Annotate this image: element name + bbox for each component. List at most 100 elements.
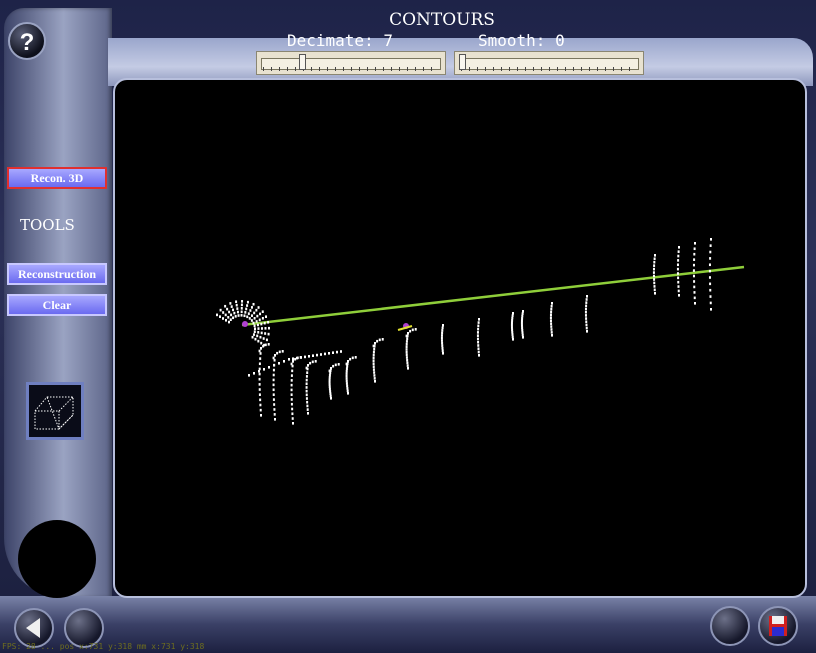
preview-circle <box>18 520 96 598</box>
decimate-slider[interactable] <box>256 51 446 75</box>
contour-point <box>259 352 262 355</box>
contour-point <box>276 351 279 355</box>
contour-point <box>328 352 330 355</box>
contour-point <box>261 310 264 313</box>
contour-point <box>411 328 414 332</box>
contour-point <box>258 388 261 391</box>
contour-point <box>305 382 308 386</box>
contour-point <box>294 357 297 361</box>
contour-point <box>477 344 480 347</box>
help-button[interactable]: ? <box>8 22 46 60</box>
contour-point <box>677 254 680 258</box>
contour-point <box>252 321 255 325</box>
contour-point <box>272 368 275 372</box>
recon-3d-button[interactable]: Recon. 3D <box>7 167 107 189</box>
contour-point <box>248 317 251 320</box>
contour-point <box>522 336 524 339</box>
3d-viewport[interactable] <box>113 78 807 598</box>
contour-point <box>312 354 314 357</box>
tools-heading: TOOLS <box>20 216 75 234</box>
contour-point <box>406 358 409 362</box>
contour-point <box>235 303 238 307</box>
contour-point <box>253 372 255 375</box>
contour-point <box>230 313 233 317</box>
contour-point <box>405 356 408 359</box>
contour-point <box>240 314 243 317</box>
clear-button[interactable]: Clear <box>7 294 107 316</box>
contour-point <box>273 364 275 367</box>
contour-point <box>340 350 342 353</box>
contour-point <box>259 408 262 412</box>
save-button[interactable] <box>758 606 798 646</box>
contour-point <box>551 334 553 337</box>
contour-point <box>676 263 679 267</box>
contour-point <box>510 326 513 329</box>
contour-point <box>258 367 261 371</box>
contour-point <box>511 335 514 339</box>
contour-point <box>372 362 375 366</box>
contour-point <box>254 337 257 341</box>
contour-point <box>307 364 309 367</box>
contour-point <box>372 353 375 357</box>
contour-point <box>291 369 294 373</box>
contour-point <box>291 412 294 416</box>
smooth-slider[interactable] <box>454 51 644 75</box>
contour-point <box>328 380 331 384</box>
contour-point <box>511 316 514 320</box>
contour-point <box>550 325 553 328</box>
contour-point <box>306 404 309 408</box>
contour-point <box>708 269 711 273</box>
contour-point <box>246 315 249 319</box>
contour-point <box>678 246 680 249</box>
contour-point <box>306 400 309 404</box>
contour-point <box>372 365 375 368</box>
contour-point <box>476 334 479 337</box>
contour-point <box>677 285 680 288</box>
reconstruction-button[interactable]: Reconstruction <box>7 263 107 285</box>
contour-point <box>258 383 261 386</box>
cube-view-button[interactable] <box>26 382 84 440</box>
contour-point <box>265 338 268 342</box>
contour-point <box>440 336 443 340</box>
contour-point <box>329 390 332 393</box>
options-button[interactable] <box>710 606 750 646</box>
contour-point <box>258 372 261 376</box>
contour-point <box>414 328 417 331</box>
contour-point <box>264 332 267 335</box>
contour-point <box>233 311 236 315</box>
contour-point <box>252 333 255 336</box>
decimate-slider-thumb[interactable] <box>298 54 306 70</box>
contour-point <box>274 418 276 421</box>
contour-point <box>376 339 379 343</box>
contour-point <box>290 374 293 377</box>
slider-ticks <box>263 67 439 71</box>
contour-point <box>693 280 696 283</box>
contour-point <box>272 388 275 392</box>
contour-point <box>709 301 712 305</box>
contour-point <box>248 374 250 377</box>
contour-point <box>477 327 480 331</box>
contour-point <box>345 372 348 375</box>
contour-point <box>406 337 409 340</box>
contour-point <box>329 394 332 398</box>
contour-point <box>586 330 588 333</box>
contour-point <box>260 414 262 417</box>
contour-point <box>349 357 352 361</box>
contour-point <box>708 276 711 279</box>
contour-point <box>309 361 312 365</box>
contour-point <box>260 322 263 326</box>
contour-point <box>300 356 302 359</box>
contour-point <box>258 349 261 353</box>
contour-point <box>336 350 338 354</box>
contour-point <box>346 384 349 388</box>
contour-point <box>585 323 588 327</box>
contour-point <box>272 383 275 387</box>
contour-point <box>373 377 376 380</box>
contour-point <box>520 319 523 323</box>
contour-point <box>654 292 656 295</box>
contour-point <box>373 371 376 374</box>
contour-point <box>345 367 348 370</box>
smooth-slider-thumb[interactable] <box>459 54 466 70</box>
contour-point <box>290 383 293 387</box>
contour-point <box>259 335 262 339</box>
